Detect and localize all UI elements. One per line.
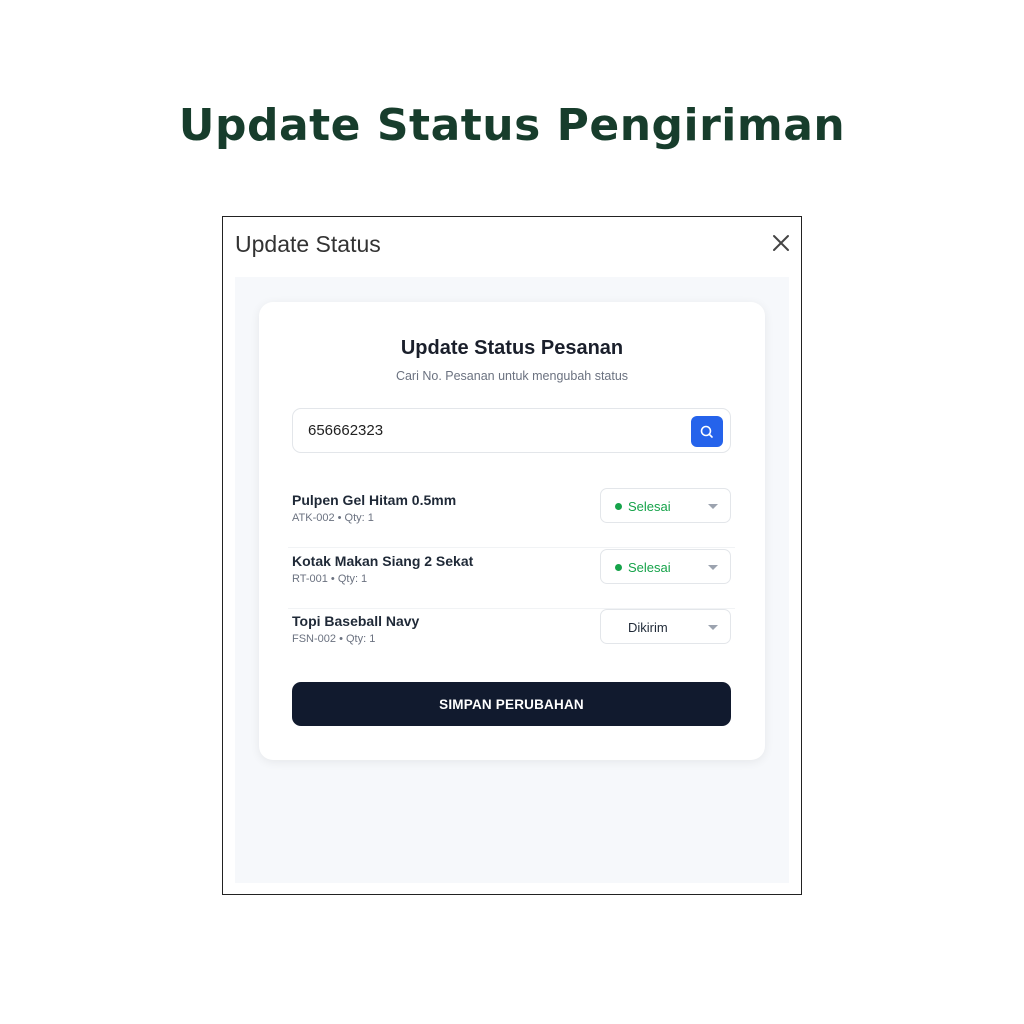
item-meta: ATK-002 • Qty: 1 [292,512,374,524]
status-value: Selesai [628,560,671,575]
order-item-row: Kotak Makan Siang 2 Sekat RT-001 • Qty: … [288,549,735,609]
chevron-down-icon [708,504,718,509]
order-search-box [292,408,731,453]
order-item-row: Topi Baseball Navy FSN-002 • Qty: 1 Diki… [292,609,731,659]
status-select[interactable]: Selesai [600,488,731,523]
item-name: Pulpen Gel Hitam 0.5mm [292,492,457,508]
dialog-title: Update Status [235,231,381,257]
save-changes-button[interactable]: SIMPAN PERUBAHAN [292,682,731,726]
search-button[interactable] [691,416,723,447]
card-subtitle: Cari No. Pesanan untuk mengubah status [395,369,629,383]
status-value: Selesai [628,499,671,514]
item-name: Kotak Makan Siang 2 Sekat [292,553,474,569]
order-number-input[interactable] [308,409,678,452]
item-name: Topi Baseball Navy [292,613,420,629]
search-icon [700,425,713,438]
update-status-dialog: Update Status Update Status Pesanan Cari… [222,216,802,895]
status-dot-icon [615,503,622,510]
item-meta: FSN-002 • Qty: 1 [292,633,376,645]
status-select[interactable]: Dikirim [600,609,731,644]
order-item-row: Pulpen Gel Hitam 0.5mm ATK-002 • Qty: 1 … [288,488,735,548]
card-title: Update Status Pesanan [400,337,624,359]
update-status-card: Update Status Pesanan Cari No. Pesanan u… [259,302,765,760]
item-meta: RT-001 • Qty: 1 [292,573,368,585]
status-dot-icon [615,564,622,571]
close-button[interactable] [769,231,793,255]
dialog-header: Update Status [223,217,801,273]
close-icon [773,235,789,251]
status-value: Dikirim [628,620,668,635]
dialog-body: Update Status Pesanan Cari No. Pesanan u… [235,277,789,883]
chevron-down-icon [708,625,718,630]
status-select[interactable]: Selesai [600,549,731,584]
chevron-down-icon [708,565,718,570]
page-title: Update Status Pengiriman [178,100,846,151]
